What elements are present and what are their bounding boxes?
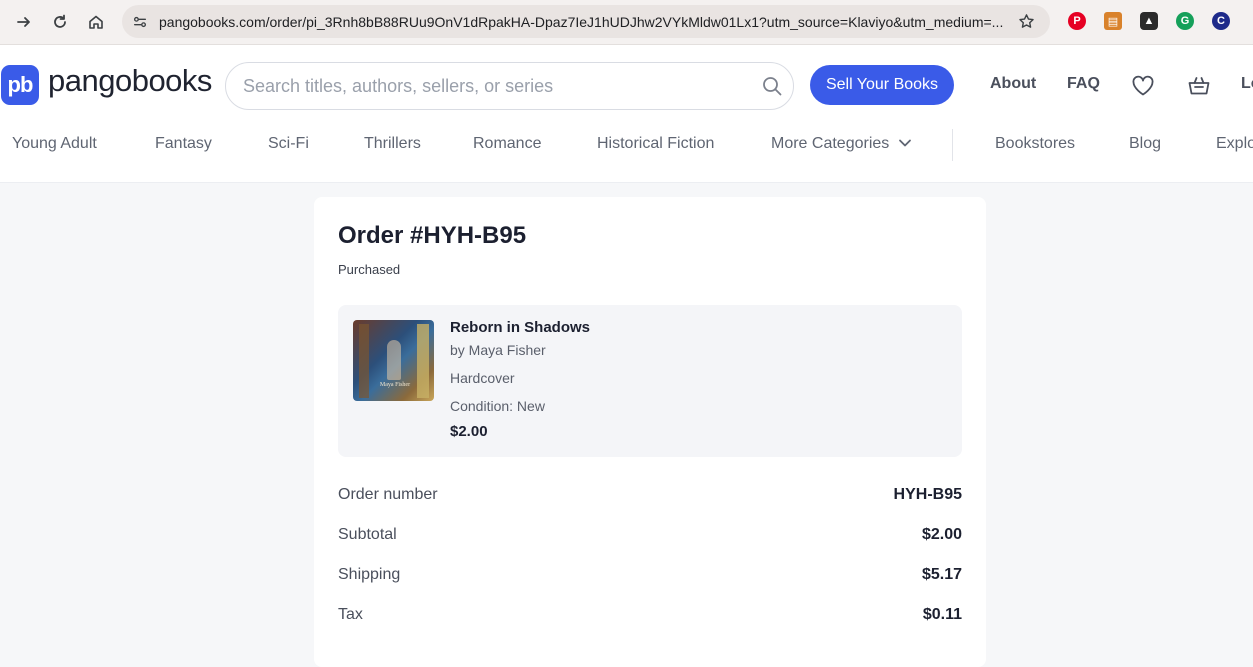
- heart-icon[interactable]: [1130, 73, 1156, 99]
- about-link[interactable]: About: [990, 75, 1036, 93]
- category-sci-fi[interactable]: Sci-Fi: [268, 135, 309, 153]
- summary-value: $5.17: [921, 566, 962, 583]
- grammarly-icon[interactable]: G: [1176, 12, 1194, 30]
- forward-icon[interactable]: [10, 8, 38, 36]
- summary-row-order-number: Order number HYH-B95: [338, 486, 962, 508]
- item-format: Hardcover: [450, 370, 515, 386]
- summary-value: $0.11: [922, 606, 962, 623]
- logo-text[interactable]: pangobooks: [48, 63, 212, 99]
- logo-mark[interactable]: pb: [1, 65, 39, 105]
- order-title: Order #HYH-B95: [338, 222, 527, 249]
- item-author: by Maya Fisher: [450, 342, 546, 358]
- summary-row-tax: Tax $0.11: [338, 606, 962, 628]
- bookmark-star-icon[interactable]: [1016, 11, 1036, 31]
- blog-link[interactable]: Blog: [1129, 135, 1161, 153]
- category-young-adult[interactable]: Young Adult: [12, 135, 97, 153]
- cover-author-text: Maya Fisher: [379, 382, 411, 388]
- category-fantasy[interactable]: Fantasy: [155, 135, 212, 153]
- sell-your-books-button[interactable]: Sell Your Books: [810, 65, 954, 105]
- bookstores-link[interactable]: Bookstores: [995, 135, 1075, 153]
- chevron-down-icon: [898, 139, 911, 147]
- summary-row-shipping: Shipping $5.17: [338, 566, 962, 588]
- address-bar[interactable]: pangobooks.com/order/pi_3Rnh8bB88RUu9OnV…: [122, 5, 1050, 38]
- chart-extension-icon[interactable]: ▤: [1104, 12, 1122, 30]
- site-header: pb pangobooks Sell Your Books About FAQ …: [0, 45, 1253, 183]
- more-categories-dropdown[interactable]: More Categories: [771, 135, 912, 153]
- summary-row-subtotal: Subtotal $2.00: [338, 526, 962, 548]
- item-price: $2.00: [450, 423, 488, 440]
- basket-icon[interactable]: [1186, 73, 1212, 99]
- summary-label: Shipping: [338, 566, 401, 583]
- book-cover-image[interactable]: Maya Fisher: [353, 320, 434, 401]
- url-text[interactable]: pangobooks.com/order/pi_3Rnh8bB88RUu9OnV…: [159, 13, 1005, 31]
- category-historical-fiction[interactable]: Historical Fiction: [597, 135, 714, 153]
- order-status: Purchased: [338, 262, 401, 277]
- explore-link[interactable]: Explo: [1216, 135, 1253, 153]
- site-info-icon[interactable]: [130, 12, 150, 32]
- category-divider: [952, 129, 953, 161]
- login-link[interactable]: Lo: [1241, 75, 1253, 93]
- pinterest-icon[interactable]: P: [1068, 12, 1086, 30]
- faq-link[interactable]: FAQ: [1067, 75, 1100, 93]
- home-icon[interactable]: [82, 8, 110, 36]
- more-categories-label: More Categories: [771, 135, 890, 152]
- summary-value: HYH-B95: [893, 486, 962, 503]
- artifact-extension-icon[interactable]: ▲: [1140, 12, 1158, 30]
- category-thrillers[interactable]: Thrillers: [364, 135, 421, 153]
- order-card: Order #HYH-B95 Purchased Maya Fisher Reb…: [314, 197, 986, 667]
- order-item[interactable]: Maya Fisher Reborn in Shadows by Maya Fi…: [338, 305, 962, 457]
- circle-extension-icon[interactable]: C: [1212, 12, 1230, 30]
- search-input[interactable]: [241, 74, 745, 98]
- summary-value: $2.00: [921, 526, 962, 543]
- summary-label: Tax: [338, 606, 363, 623]
- item-title[interactable]: Reborn in Shadows: [450, 319, 590, 336]
- item-condition: Condition: New: [450, 398, 545, 414]
- search-icon[interactable]: [761, 75, 783, 97]
- reload-icon[interactable]: [46, 8, 74, 36]
- search-box[interactable]: [225, 62, 794, 110]
- summary-label: Order number: [338, 486, 438, 503]
- summary-label: Subtotal: [338, 526, 397, 543]
- browser-toolbar: pangobooks.com/order/pi_3Rnh8bB88RUu9OnV…: [0, 0, 1253, 45]
- category-romance[interactable]: Romance: [473, 135, 541, 153]
